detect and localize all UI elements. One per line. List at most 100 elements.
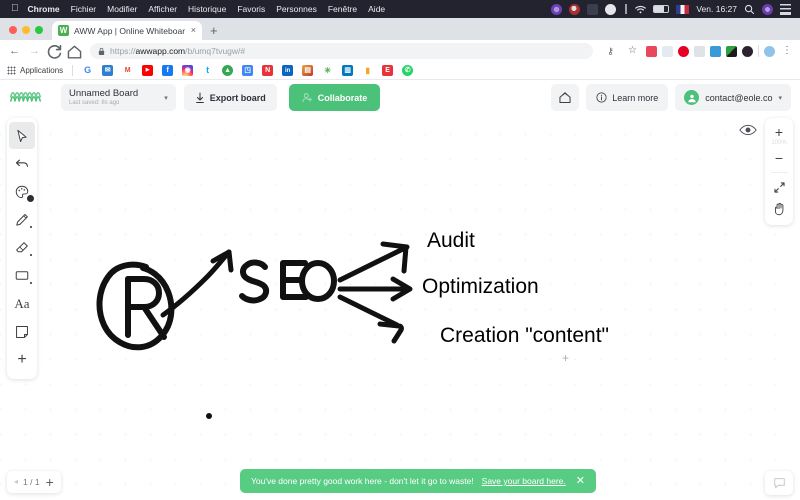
add-more-tool[interactable]: + bbox=[9, 346, 35, 373]
undo-tool[interactable] bbox=[9, 150, 35, 177]
new-tab-button[interactable]: + bbox=[202, 24, 226, 40]
extension-dark-icon[interactable] bbox=[742, 45, 753, 57]
minimize-window-button[interactable] bbox=[22, 26, 30, 34]
text-tool[interactable]: Aa bbox=[9, 290, 35, 317]
chevron-down-icon[interactable]: ▾ bbox=[164, 94, 168, 102]
save-board-link[interactable]: Save your board here. bbox=[482, 476, 566, 486]
profile-avatar-icon[interactable] bbox=[764, 45, 775, 57]
apple-logo-icon[interactable]:  bbox=[11, 4, 19, 14]
close-tab-icon[interactable]: × bbox=[191, 26, 196, 35]
bookmark-instagram-icon[interactable]: ◉ bbox=[182, 65, 194, 76]
pan-hand-button[interactable] bbox=[766, 198, 792, 220]
bookmark-e-icon[interactable]: E bbox=[382, 65, 394, 76]
sticky-note-tool[interactable] bbox=[9, 318, 35, 345]
bookmark-sparkle-icon[interactable]: ✳ bbox=[322, 65, 334, 76]
eye-preview-icon bbox=[739, 124, 757, 136]
fit-to-screen-button[interactable] bbox=[766, 176, 792, 198]
screen-record-status-icon[interactable] bbox=[587, 3, 599, 15]
browser-tab-aww-app[interactable]: W AWW App | Online Whiteboar × bbox=[52, 21, 202, 40]
bookmark-drive-icon[interactable]: ▲ bbox=[222, 65, 234, 76]
add-person-icon bbox=[302, 93, 312, 103]
control-center-icon[interactable] bbox=[780, 3, 791, 15]
antivirus-status-icon[interactable] bbox=[569, 3, 581, 15]
chat-button[interactable] bbox=[765, 471, 793, 495]
rectangle-icon bbox=[15, 271, 29, 280]
wifi-status-icon[interactable] bbox=[635, 4, 647, 15]
menu-item-favoris[interactable]: Favoris bbox=[237, 4, 265, 14]
select-tool[interactable] bbox=[9, 122, 35, 149]
menu-item-fenetre[interactable]: Fenêtre bbox=[328, 4, 357, 14]
pencil-tool[interactable] bbox=[9, 206, 35, 233]
password-key-icon[interactable]: ⚷ bbox=[602, 43, 619, 60]
bookmark-whatsapp-icon[interactable]: ✆ bbox=[402, 65, 414, 76]
extension-checker-icon[interactable] bbox=[726, 45, 737, 57]
menu-item-personnes[interactable]: Personnes bbox=[276, 4, 317, 14]
hand-pan-icon bbox=[774, 202, 783, 216]
maximize-window-button[interactable] bbox=[35, 26, 43, 34]
bookmark-chart-icon[interactable]: ▮ bbox=[362, 65, 374, 76]
account-menu[interactable]: contact@eole.co ▾ bbox=[675, 84, 791, 111]
close-window-button[interactable] bbox=[9, 26, 17, 34]
collaborate-button[interactable]: Collaborate bbox=[288, 84, 381, 111]
battery-status-icon[interactable] bbox=[653, 5, 670, 13]
whiteboard-canvas[interactable]: Audit Optimization Creation "content" + bbox=[0, 115, 800, 500]
menu-item-chrome[interactable]: Chrome bbox=[28, 4, 60, 14]
menu-item-afficher[interactable]: Afficher bbox=[148, 4, 177, 14]
home-button[interactable] bbox=[551, 84, 580, 111]
bookmark-apps-shortcut[interactable]: Applications bbox=[7, 66, 63, 75]
bookmark-photo-icon[interactable]: ▤ bbox=[302, 65, 314, 76]
macos-clock[interactable]: Ven. 16:27 bbox=[696, 4, 737, 14]
grammarly-status-icon[interactable] bbox=[551, 3, 563, 15]
close-toast-icon[interactable]: ✕ bbox=[576, 475, 585, 487]
bookmark-mail-icon[interactable]: ✉ bbox=[102, 65, 114, 76]
color-palette-tool[interactable] bbox=[9, 178, 35, 205]
account-chevron-down-icon[interactable]: ▾ bbox=[778, 94, 782, 102]
bookmark-n-icon[interactable]: N bbox=[262, 65, 274, 76]
aww-logo[interactable] bbox=[9, 88, 45, 108]
bluetooth-status-icon[interactable] bbox=[623, 3, 629, 15]
extension-pocket-icon[interactable] bbox=[646, 45, 657, 57]
export-board-button[interactable]: Export board bbox=[183, 84, 277, 111]
preview-toggle-button[interactable] bbox=[739, 123, 757, 141]
cloud-status-icon[interactable] bbox=[605, 3, 617, 15]
board-name-selector[interactable]: Unnamed Board Last saved: 8s ago ▾ bbox=[61, 84, 176, 111]
bookmark-trello-icon[interactable]: ▥ bbox=[342, 65, 354, 76]
bookmark-star-icon[interactable]: ☆ bbox=[624, 43, 641, 60]
extension-pinterest-icon[interactable] bbox=[678, 45, 689, 57]
forward-button[interactable]: → bbox=[26, 43, 43, 60]
note-optimization[interactable]: Optimization bbox=[422, 275, 539, 299]
screen-root:  Chrome Fichier Modifier Afficher Histo… bbox=[0, 0, 800, 500]
spotlight-search-icon[interactable] bbox=[744, 4, 755, 15]
reload-button[interactable] bbox=[46, 43, 63, 60]
learn-more-button[interactable]: Learn more bbox=[586, 84, 669, 111]
back-button[interactable]: ← bbox=[6, 43, 23, 60]
lock-icon bbox=[98, 47, 105, 55]
bookmark-facebook-icon[interactable]: f bbox=[162, 65, 174, 76]
siri-status-icon[interactable] bbox=[762, 3, 773, 15]
bookmark-youtube-icon[interactable]: ▶ bbox=[142, 65, 154, 76]
bookmark-gmail-icon[interactable]: M bbox=[122, 65, 134, 76]
current-color-swatch[interactable] bbox=[27, 195, 34, 202]
add-page-button[interactable]: + bbox=[46, 475, 54, 489]
home-button-browser[interactable] bbox=[66, 43, 83, 60]
chrome-menu-icon[interactable]: ⋮ bbox=[780, 46, 794, 56]
extension-toolbar-icon[interactable] bbox=[694, 45, 705, 57]
flag-fr-icon[interactable] bbox=[676, 4, 690, 14]
note-audit[interactable]: Audit bbox=[427, 229, 475, 253]
menu-item-fichier[interactable]: Fichier bbox=[71, 4, 97, 14]
bookmark-analytics-icon[interactable]: ◳ bbox=[242, 65, 254, 76]
extension-cloud-icon[interactable] bbox=[662, 45, 673, 57]
shape-rectangle-tool[interactable] bbox=[9, 262, 35, 289]
menu-item-aide[interactable]: Aide bbox=[368, 4, 385, 14]
bookmark-twitter-icon[interactable]: t bbox=[202, 65, 214, 76]
zoom-out-button[interactable]: − bbox=[766, 147, 792, 169]
menu-item-modifier[interactable]: Modifier bbox=[107, 4, 137, 14]
menu-item-historique[interactable]: Historique bbox=[188, 4, 226, 14]
previous-page-button[interactable]: ◂ bbox=[14, 478, 18, 486]
extension-triangle-icon[interactable] bbox=[710, 45, 721, 57]
eraser-tool[interactable] bbox=[9, 234, 35, 261]
note-creation-content[interactable]: Creation "content" bbox=[440, 324, 609, 348]
address-bar[interactable]: https://awwapp.com/b/umq7tvugw/# bbox=[90, 43, 593, 59]
bookmark-google-icon[interactable]: G bbox=[82, 65, 94, 76]
bookmark-linkedin-icon[interactable]: in bbox=[282, 65, 294, 76]
